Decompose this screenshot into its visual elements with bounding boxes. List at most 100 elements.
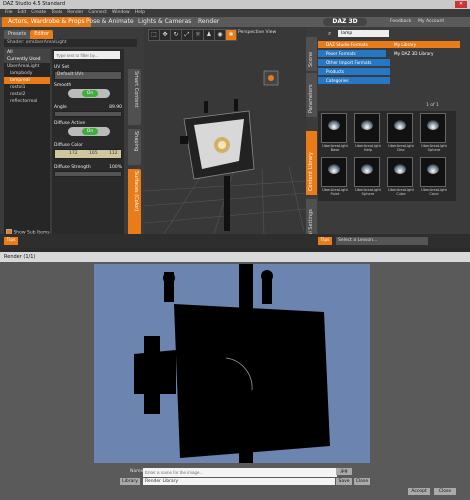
smooth-property: Smooth On [54,83,122,98]
uv-set-select[interactable]: Default UVs [54,71,122,80]
folder-item[interactable]: DAZ Studio Formats [318,41,390,48]
tab-content-library[interactable]: Content Library [306,131,317,195]
activity-tabs: Actors, Wardrobe & Props Pose & Animate … [0,17,470,27]
tree-item[interactable]: rostol2 [4,91,50,98]
light-preview [394,120,406,130]
asset-label: UberAreaLight Disc [388,144,414,152]
tree-item-selected[interactable]: lampreal [4,77,50,84]
diffuse-active-toggle[interactable]: On [68,127,110,136]
tab-label: Scene [308,51,314,67]
render-window: Name jpg Library Render Library Save Clo… [0,262,470,500]
tab-render[interactable]: Render [192,17,225,27]
tab-pose[interactable]: Pose & Animate [80,17,140,27]
folder-item[interactable]: Poser Formats [318,50,390,57]
tab-shaping[interactable]: Shaping [128,129,141,165]
lesson-select[interactable]: Select a Lesson... [336,237,428,245]
tab-label: Surfaces (Color) [133,171,139,212]
tab-label: Shaping [133,131,139,152]
tab-presets[interactable]: Presets [4,30,31,39]
asset-thumbnail[interactable]: UberAreaLight Disc [387,113,414,152]
folder-item[interactable]: Categories [318,77,390,84]
feedback-link[interactable]: Feedback [390,17,411,27]
diffuse-color-swatch[interactable]: 172 165 112 [54,149,122,159]
image-name-input[interactable] [143,468,337,477]
tab-smart-content[interactable]: Smart Content [128,69,141,125]
asset-label: UberAreaLight Cube [388,188,414,196]
menu-render[interactable]: Render [67,9,83,17]
tab-label: Smart Content [133,71,139,108]
tab-label: Content Library [308,152,314,191]
menu-tools[interactable]: Tools [51,9,62,17]
property-label: Diffuse Strength 100% [54,165,122,171]
angle-label: Angle [54,105,67,110]
account-link[interactable]: My Account [418,17,444,27]
asset-label: UberAreaLight Cone [421,188,447,196]
tab-scene[interactable]: Scene [306,37,317,71]
shader-label: Shader: omUberArealLight [4,39,137,47]
render-canvas [94,264,370,463]
close-button[interactable]: Close [354,478,370,485]
menu-create[interactable]: Create [31,9,46,17]
menu-connect[interactable]: Connect [88,9,107,17]
tree-item[interactable]: UberAreaLight [4,63,50,70]
search-input[interactable]: lamp [338,30,389,37]
render-window-title: Render (1/1) [0,252,470,262]
asset-thumbnail[interactable]: UberAreaLight Help [354,113,381,152]
asset-label: UberAreaLight Help [355,144,381,152]
smooth-toggle[interactable]: On [68,89,110,98]
folder-item[interactable]: Other Import Formats [318,59,390,66]
tree-item[interactable]: rostol1 [4,84,50,91]
library-path[interactable]: Render Library [143,478,335,485]
asset-thumbnail[interactable]: UberAreaLight Cone [420,157,447,196]
search-icon: ⌕ [328,30,332,37]
color-b: 112 [109,151,118,156]
viewport[interactable]: ⬚ ✥ ↻ ⤢ ☼ ♟ ◉ ✱ Perspective View [144,27,306,234]
asset-thumbnail[interactable]: UberAreaLight Point [321,157,348,196]
format-select[interactable]: jpg [336,468,352,475]
folder-item[interactable]: Products [318,68,390,75]
menu-help[interactable]: Help [135,9,145,17]
tab-parameters[interactable]: Parameters [306,73,317,117]
light-preview [361,164,373,174]
asset-thumbnail[interactable]: UberAreaLight Base [321,113,348,152]
filter-input[interactable] [54,51,120,59]
light-preview [427,120,439,130]
asset-thumbnail[interactable]: UberAreaLight Sphere [354,157,381,196]
asset-thumbnail[interactable]: UberAreaLight Sphere [420,113,447,152]
close-window-icon[interactable]: ✕ [455,1,467,8]
tree-item[interactable]: lampbody [4,70,50,77]
diffuse-strength-label: Diffuse Strength [54,165,91,170]
folder-item[interactable]: My Library [386,41,460,48]
status-row: Tips Tips Select a Lesson... [0,234,470,248]
tab-surfaces[interactable]: Surfaces (Color) [128,169,141,235]
tips-button[interactable]: Tips [4,237,18,245]
light-preview [328,120,340,130]
folder-item[interactable]: My DAZ 3D Library [386,50,460,57]
asset-thumbnail[interactable]: UberAreaLight Cube [387,157,414,196]
window-title: DAZ Studio 4.5 Standard [3,1,65,7]
tree-item[interactable]: reflectorreal [4,98,50,105]
toggle-state: On [82,90,98,97]
library-select[interactable]: Library [120,478,140,485]
save-button[interactable]: Save [336,478,352,485]
close-render-button[interactable]: Close [434,488,456,495]
tab-label: Parameters [308,84,314,113]
diffuse-active-property: Diffuse Active On [54,121,122,136]
menu-window[interactable]: Window [112,9,130,17]
settings-icon[interactable]: ✱ [225,29,237,41]
tips-button[interactable]: Tips [318,237,332,245]
daz-logo: DAZ 3D [323,18,367,26]
diffuse-strength-slider[interactable] [54,171,122,177]
tab-editor[interactable]: Editor [30,30,54,39]
tab-lights[interactable]: Lights & Cameras [132,17,197,27]
angle-slider[interactable] [54,111,122,117]
camera-select[interactable]: Perspective View [238,30,276,35]
menu-edit[interactable]: Edit [18,9,27,17]
tree-item[interactable]: Currently Used [4,56,50,63]
tab-actors[interactable]: Actors, Wardrobe & Props [2,17,91,27]
menu-file[interactable]: File [5,9,13,17]
accept-button[interactable]: Accept [408,488,430,495]
angle-property: Angle 89.90 [54,105,122,117]
surface-properties: UV Set Default UVs Smooth On Angle89.90 … [52,49,124,239]
tree-item[interactable]: All [4,49,50,56]
